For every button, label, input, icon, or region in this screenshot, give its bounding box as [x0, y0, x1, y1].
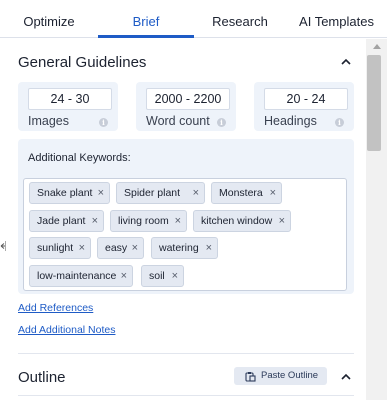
remove-keyword-close-icon[interactable]: ×	[270, 183, 276, 203]
remove-keyword-close-icon[interactable]: ×	[172, 266, 178, 286]
keyword-chip-label: easy	[105, 242, 128, 254]
keyword-chip-label: soil	[149, 270, 165, 282]
keyword-chip: kitchen window ×	[193, 210, 291, 232]
keyword-chip: watering ×	[151, 237, 218, 259]
clipboard-paste-icon	[245, 371, 256, 382]
remove-keyword-close-icon[interactable]: ×	[175, 211, 181, 231]
keyword-chip: Monstera ×	[211, 182, 282, 204]
keyword-chip-label: watering	[159, 242, 199, 254]
paste-outline-label: Paste Outline	[261, 370, 319, 381]
remove-keyword-close-icon[interactable]: ×	[79, 238, 85, 258]
info-icon[interactable]: i	[99, 118, 108, 127]
images-range-value[interactable]: 24 - 30	[28, 88, 112, 110]
tab-ai-templates[interactable]: AI Templates	[286, 0, 387, 38]
remove-keyword-close-icon[interactable]: ×	[206, 238, 212, 258]
remove-keyword-close-icon[interactable]: ×	[193, 183, 199, 203]
keywords-input-box[interactable]: Snake plant × Spider plant × Monstera × Jad…	[23, 178, 347, 291]
collapse-outline-chevron-up-icon[interactable]	[340, 371, 352, 383]
keyword-chip-label: living room	[118, 215, 169, 227]
keyword-chip: soil ×	[141, 265, 184, 287]
section-divider	[18, 353, 354, 354]
images-metric-card: 24 - 30 Images i	[18, 82, 118, 131]
tab-optimize[interactable]: Optimize	[0, 0, 98, 38]
scrollbar-thumb[interactable]	[367, 55, 381, 151]
info-icon[interactable]: i	[217, 118, 226, 127]
tab-bar: Optimize Brief Research AI Templates	[0, 0, 387, 38]
remove-keyword-close-icon[interactable]: ×	[132, 238, 138, 258]
remove-keyword-close-icon[interactable]: ×	[121, 266, 127, 286]
active-tab-indicator	[98, 35, 194, 38]
add-references-link[interactable]: Add References	[18, 302, 93, 314]
keyword-chip: low-maintenance ×	[29, 265, 133, 287]
remove-keyword-close-icon[interactable]: ×	[98, 183, 104, 203]
keyword-chip-label: kitchen window	[201, 215, 273, 227]
vertical-scrollbar[interactable]	[366, 39, 387, 400]
collapse-guidelines-chevron-up-icon[interactable]	[340, 56, 352, 68]
keyword-chip: Snake plant ×	[29, 182, 110, 204]
headings-metric-card: 20 - 24 Headings i	[254, 82, 354, 131]
keyword-chip: sunlight ×	[29, 237, 91, 259]
headings-label: Headings	[264, 114, 317, 128]
keyword-chip: easy ×	[97, 237, 144, 259]
keyword-chip-label: sunlight	[37, 242, 74, 254]
keyword-chip: Spider plant ×	[116, 182, 205, 204]
word-count-label: Word count	[146, 114, 210, 128]
paste-outline-button[interactable]: Paste Outline	[234, 367, 327, 385]
additional-keywords-card: Additional Keywords: Snake plant × Spider…	[18, 139, 354, 294]
tab-research[interactable]: Research	[194, 0, 286, 38]
keyword-chip: living room ×	[110, 210, 187, 232]
keyword-chip-label: low-maintenance	[37, 270, 117, 282]
keyword-chip-label: Jade plant	[37, 215, 86, 227]
headings-range-value[interactable]: 20 - 24	[264, 88, 348, 110]
scroll-up-arrow-icon[interactable]	[366, 39, 387, 53]
brief-panel: General Guidelines 24 - 30 Images i 2000…	[6, 39, 366, 400]
general-guidelines-title: General Guidelines	[18, 54, 147, 71]
word-count-metric-card: 2000 - 2200 Word count i	[136, 82, 236, 131]
additional-keywords-title: Additional Keywords:	[28, 152, 131, 164]
word-count-range-value[interactable]: 2000 - 2200	[146, 88, 230, 110]
keyword-chip-label: Spider plant	[124, 187, 181, 199]
info-icon[interactable]: i	[335, 118, 344, 127]
images-label: Images	[28, 114, 69, 128]
add-additional-notes-link[interactable]: Add Additional Notes	[18, 324, 115, 336]
remove-keyword-close-icon[interactable]: ×	[279, 211, 285, 231]
keyword-chip-label: Monstera	[219, 187, 263, 199]
keyword-chip: Jade plant ×	[29, 210, 104, 232]
remove-keyword-close-icon[interactable]: ×	[92, 211, 98, 231]
keyword-chip-label: Snake plant	[37, 187, 93, 199]
section-divider	[18, 395, 354, 396]
tab-brief[interactable]: Brief	[98, 0, 194, 38]
outline-title: Outline	[18, 369, 66, 386]
